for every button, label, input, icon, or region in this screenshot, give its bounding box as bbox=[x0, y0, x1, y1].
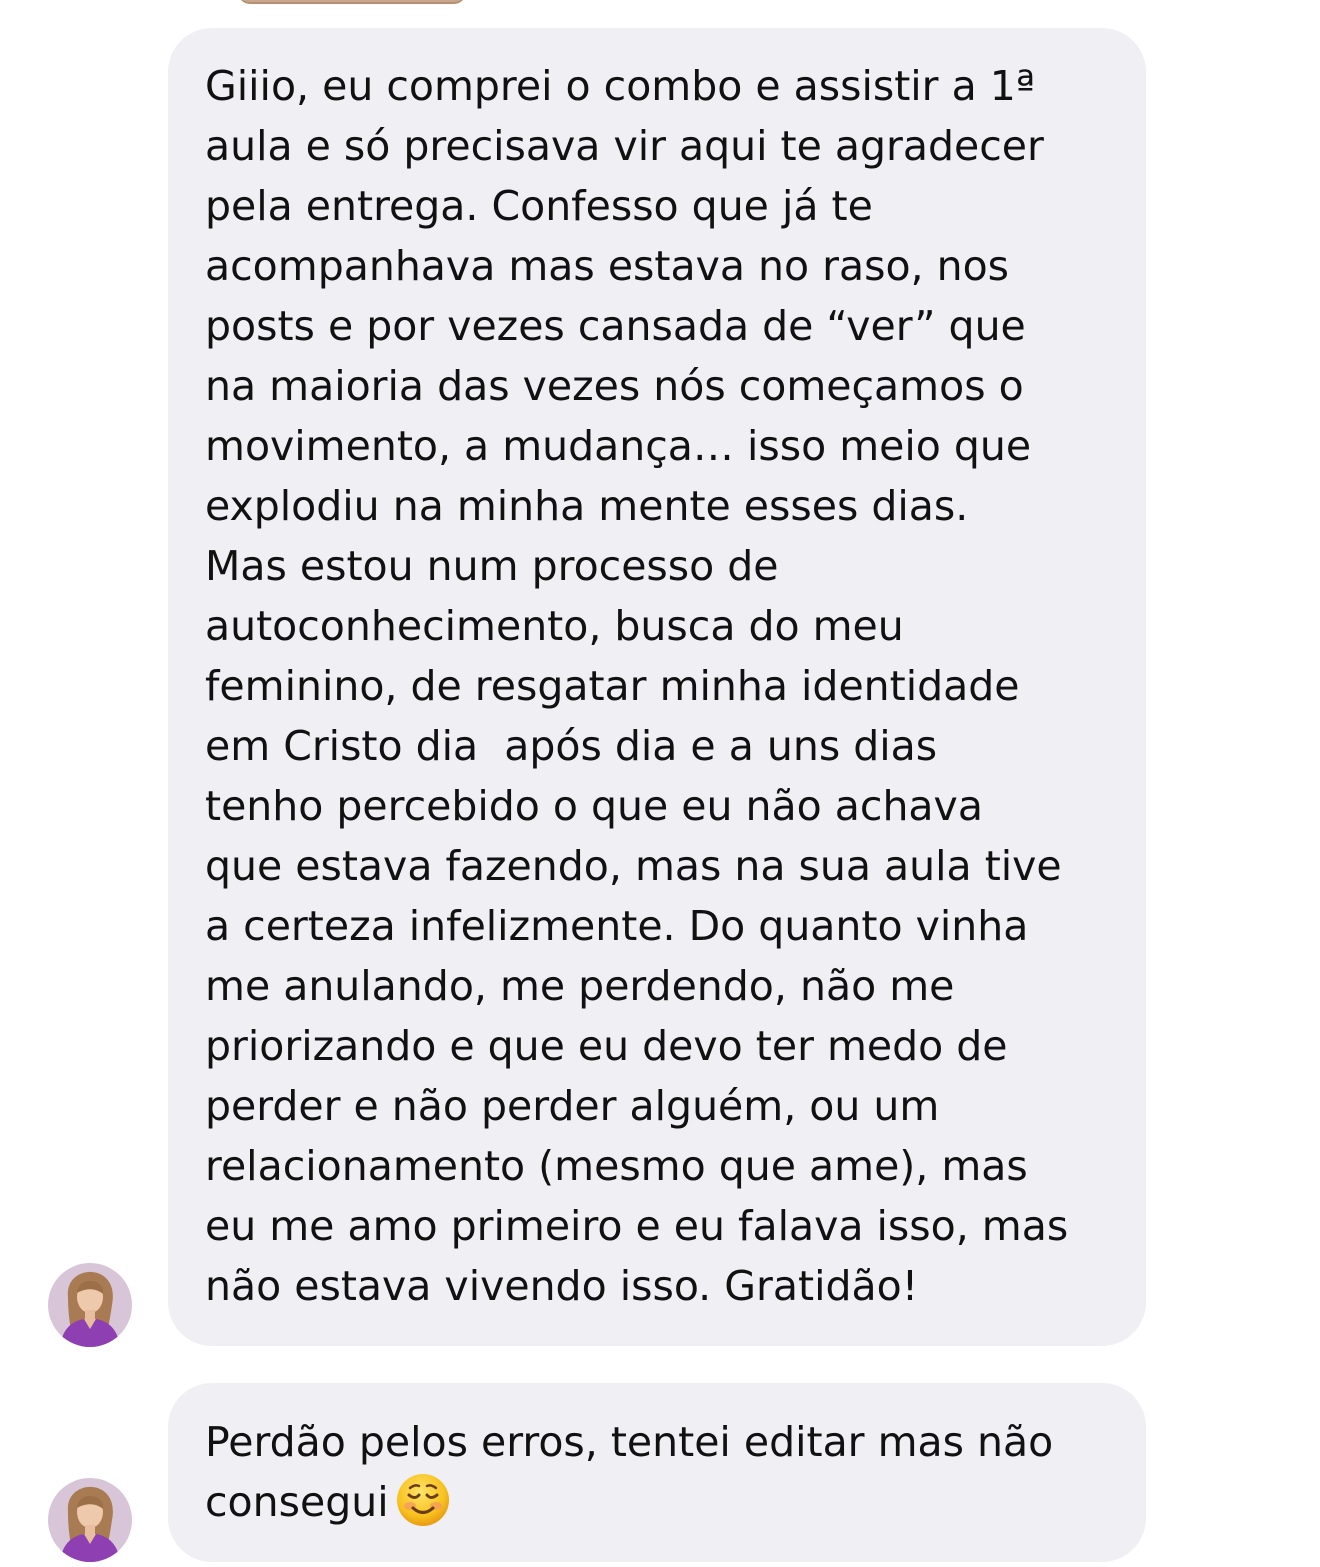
message-line: em Cristo dia após dia e a uns dias bbox=[205, 722, 938, 770]
message-line: não estava vivendo isso. Gratidão! bbox=[205, 1262, 919, 1310]
message-line: que estava fazendo, mas na sua aula tive bbox=[205, 842, 1062, 890]
message-text: consegui bbox=[205, 1478, 389, 1526]
message-line: feminino, de resgatar minha identidade bbox=[205, 662, 1020, 710]
message-line: Giiio, eu comprei o combo e assistir a 1… bbox=[205, 62, 1036, 110]
message-line: me anulando, me perdendo, não me bbox=[205, 962, 955, 1010]
message-line: movimento, a mudança… isso meio que bbox=[205, 422, 1032, 470]
message-line: autoconhecimento, busca do meu bbox=[205, 602, 904, 650]
sender-avatar[interactable] bbox=[48, 1478, 132, 1562]
message-line: posts e por vezes cansada de “ver” que bbox=[205, 302, 1026, 350]
smiling-face-emoji-icon bbox=[395, 1472, 451, 1544]
message-line: a certeza infelizmente. Do quanto vinha bbox=[205, 902, 1029, 950]
message-bubble[interactable]: Giiio, eu comprei o combo e assistir a 1… bbox=[168, 28, 1146, 1346]
message-line: Perdão pelos erros, tentei editar mas nã… bbox=[205, 1418, 1054, 1466]
message-line: tenho percebido o que eu não achava bbox=[205, 782, 983, 830]
message-line-with-emoji: consegui bbox=[205, 1472, 1106, 1532]
message-line: priorizando e que eu devo ter medo de bbox=[205, 1022, 1008, 1070]
message-line: perder e não perder alguém, ou um bbox=[205, 1082, 940, 1130]
message-bubble[interactable]: Perdão pelos erros, tentei editar mas nã… bbox=[168, 1383, 1146, 1562]
message-line: explodiu na minha mente esses dias. bbox=[205, 482, 969, 530]
person-avatar-icon bbox=[48, 1263, 132, 1347]
message-line: relacionamento (mesmo que ame), mas bbox=[205, 1142, 1028, 1190]
previous-media-fragment[interactable] bbox=[238, 0, 466, 4]
message-line: na maioria das vezes nós começamos o bbox=[205, 362, 1024, 410]
message-line: Mas estou num processo de bbox=[205, 542, 779, 590]
message-line: aula e só precisava vir aqui te agradece… bbox=[205, 122, 1044, 170]
sender-avatar[interactable] bbox=[48, 1263, 132, 1347]
message-line: acompanhava mas estava no raso, nos bbox=[205, 242, 1010, 290]
message-line: eu me amo primeiro e eu falava isso, mas bbox=[205, 1202, 1069, 1250]
person-avatar-icon bbox=[48, 1478, 132, 1562]
message-line: pela entrega. Confesso que já te bbox=[205, 182, 873, 230]
